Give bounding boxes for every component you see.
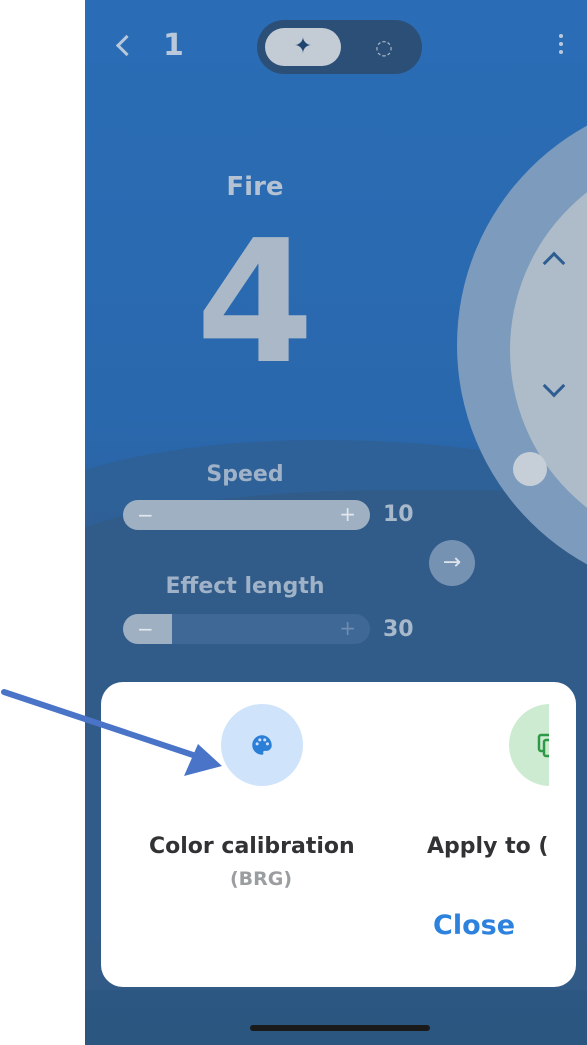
plus-icon[interactable]: + <box>339 502 356 526</box>
apply-to-label: Apply to ( <box>427 834 549 859</box>
close-button[interactable]: Close <box>433 910 515 941</box>
more-vertical-icon[interactable] <box>557 34 565 62</box>
effect-number: 4 <box>195 204 315 402</box>
effects-mode-button[interactable]: ✦ <box>265 28 341 66</box>
effect-length-slider[interactable]: − + <box>123 614 370 644</box>
arrow-right-icon: → <box>442 550 462 575</box>
minus-icon[interactable]: − <box>137 617 154 641</box>
next-button[interactable]: → <box>429 540 475 586</box>
color-calibration-sub: (BRG) <box>229 868 293 890</box>
colors-mode-button[interactable]: ◌ <box>355 28 413 66</box>
effect-name: Fire <box>226 172 284 202</box>
sparkle-icon: ✦ <box>293 34 313 59</box>
phone-screen: 1 ✦ ◌ Fire 4 Speed − + 10 → Effect lengt… <box>85 0 587 1045</box>
chevron-down-icon[interactable] <box>543 380 563 400</box>
plus-icon[interactable]: + <box>339 616 356 640</box>
page-number: 1 <box>163 28 184 63</box>
apply-to-button[interactable] <box>509 704 549 786</box>
effect-length-label: Effect length <box>165 574 325 599</box>
wheel-handle[interactable] <box>513 452 547 486</box>
annotation-arrow <box>1 689 222 776</box>
speed-value: 10 <box>383 502 414 527</box>
palette-icon <box>252 735 272 755</box>
effect-length-value: 30 <box>383 617 414 642</box>
palette-icon: ◌ <box>375 35 393 59</box>
minus-icon[interactable]: − <box>137 503 154 527</box>
mode-toggle[interactable]: ✦ ◌ <box>257 20 422 74</box>
back-button[interactable] <box>113 30 135 64</box>
color-calibration-label: Color calibration <box>149 834 355 859</box>
chevron-up-icon[interactable] <box>543 247 563 267</box>
copy-icon <box>537 733 549 758</box>
speed-label: Speed <box>206 462 284 487</box>
speed-slider[interactable]: − + <box>123 500 370 530</box>
home-indicator <box>250 1025 430 1031</box>
